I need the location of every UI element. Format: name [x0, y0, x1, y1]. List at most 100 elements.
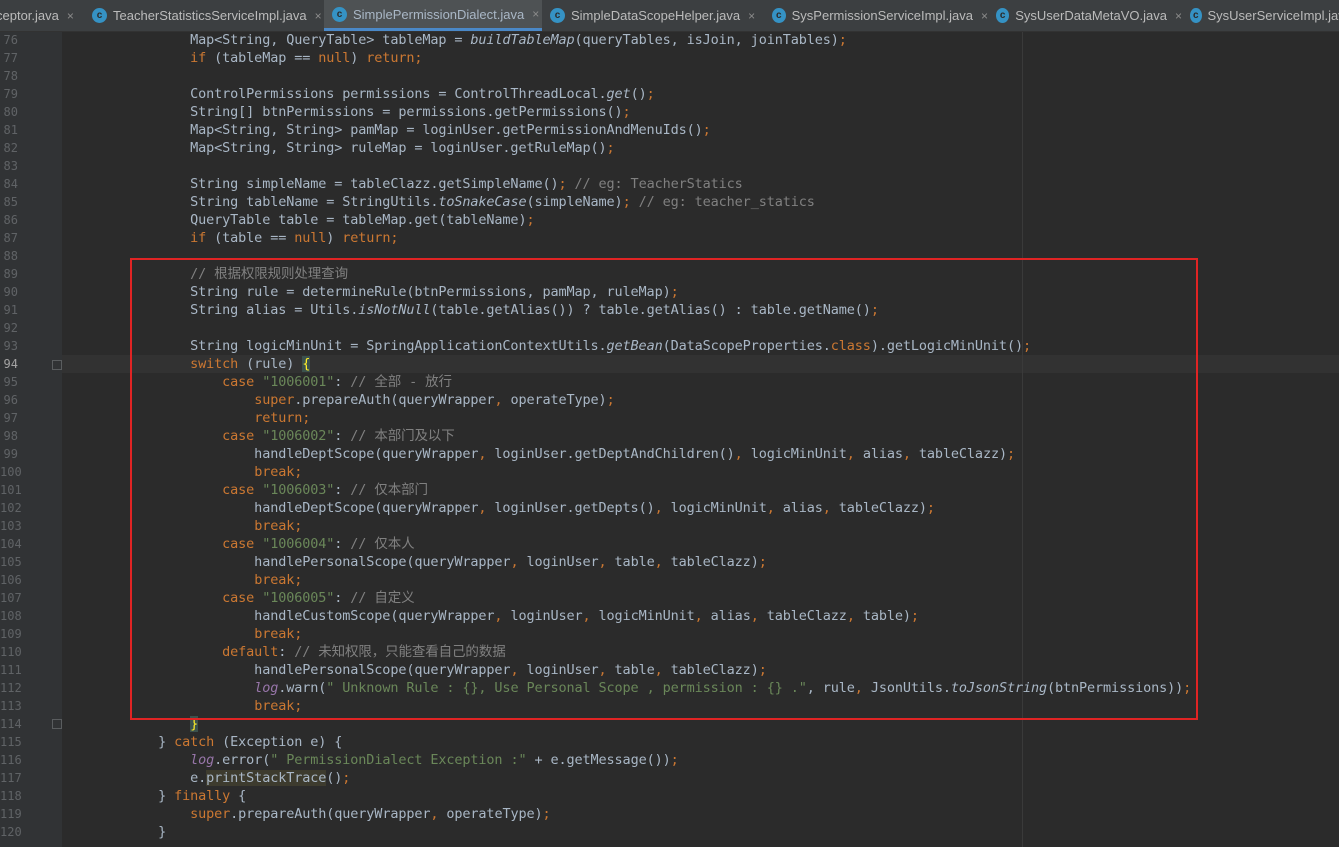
line-number: 108 — [0, 609, 22, 623]
code-token: e. — [62, 770, 207, 786]
tab-0[interactable]: ceptor.java × — [0, 0, 76, 31]
line-number: 99 — [3, 447, 18, 461]
line-number: 94 — [3, 357, 18, 371]
line-number: 116 — [0, 753, 22, 767]
line-number: 76 — [3, 33, 18, 47]
code-line[interactable]: } catch (Exception e) { — [62, 733, 342, 751]
code-token: } — [62, 788, 175, 804]
line-number: 113 — [0, 699, 22, 713]
code-token: ; — [542, 806, 551, 822]
code-line[interactable]: Map<String, String> pamMap = loginUser.g… — [62, 121, 711, 139]
line-number: 77 — [3, 51, 18, 65]
line-number: 79 — [3, 87, 18, 101]
line-number: 92 — [3, 321, 18, 335]
code-line[interactable]: String simpleName = tableClazz.getSimple… — [62, 175, 743, 193]
tab-label: TeacherStatisticsServiceImpl.java — [113, 8, 307, 23]
line-number: 110 — [0, 645, 22, 659]
fold-marker-icon[interactable] — [52, 360, 62, 370]
line-number: 103 — [0, 519, 22, 533]
java-class-icon: c — [996, 8, 1010, 23]
line-number: 86 — [3, 213, 18, 227]
close-tab-icon[interactable]: × — [67, 9, 74, 23]
line-number: 118 — [0, 789, 22, 803]
code-token: ; — [622, 104, 631, 120]
code-token: buildTableMap — [470, 32, 575, 48]
line-number: 87 — [3, 231, 18, 245]
code-token: Map<String, QueryTable> tableMap = — [62, 32, 471, 48]
line-number: 81 — [3, 123, 18, 137]
tab-label: SimpleDataScopeHelper.java — [571, 8, 741, 23]
tab-label: SimplePermissionDialect.java — [353, 6, 525, 22]
code-token: catch — [174, 734, 215, 750]
code-line[interactable]: if (tableMap == null) return; — [62, 49, 422, 67]
close-tab-icon[interactable]: × — [748, 9, 755, 23]
tab-3[interactable]: c SimpleDataScopeHelper.java × — [542, 0, 764, 31]
code-token: // eg: teacher_statics — [630, 194, 815, 210]
code-token: (tableMap == — [206, 50, 319, 66]
tab-label: SysPermissionServiceImpl.java — [791, 8, 973, 23]
line-number: 88 — [3, 249, 18, 263]
code-token: log — [190, 752, 215, 768]
code-token: } — [62, 824, 167, 840]
code-token: ) — [326, 230, 343, 246]
close-tab-icon[interactable]: × — [981, 9, 988, 23]
line-number: 97 — [3, 411, 18, 425]
tab-label: SysUserServiceImpl.java — [1207, 8, 1339, 23]
code-line[interactable]: Map<String, QueryTable> tableMap = build… — [62, 31, 847, 49]
line-number: 107 — [0, 591, 22, 605]
code-line[interactable]: } finally { — [62, 787, 246, 805]
tab-4[interactable]: c SysPermissionServiceImpl.java × — [764, 0, 988, 31]
code-token: null — [318, 50, 351, 66]
code-token: ) — [350, 50, 367, 66]
code-token: ; — [526, 212, 535, 228]
code-token: String[] btnPermissions = permissions.ge… — [62, 104, 623, 120]
code-line[interactable]: QueryTable table = tableMap.get(tableNam… — [62, 211, 534, 229]
line-number: 106 — [0, 573, 22, 587]
code-line[interactable]: e.printStackTrace(); — [62, 769, 350, 787]
code-token: () — [630, 86, 647, 102]
close-tab-icon[interactable]: × — [1175, 9, 1182, 23]
tab-label: SysUserDataMetaVO.java — [1015, 8, 1167, 23]
line-number: 89 — [3, 267, 18, 281]
code-token: Map<String, String> pamMap = loginUser.g… — [62, 122, 703, 138]
tab-2[interactable]: c SimplePermissionDialect.java × — [324, 0, 542, 31]
code-token: ; — [558, 176, 567, 192]
line-number: 83 — [3, 159, 18, 173]
code-line[interactable]: } — [62, 823, 166, 841]
tab-6[interactable]: c SysUserServiceImpl.java — [1182, 0, 1339, 31]
line-number: 84 — [3, 177, 18, 191]
fold-marker-icon[interactable] — [52, 719, 62, 729]
code-token: String simpleName = tableClazz.getSimple… — [62, 176, 559, 192]
tab-1[interactable]: c TeacherStatisticsServiceImpl.java × — [84, 0, 324, 31]
code-token: if — [190, 230, 207, 246]
close-tab-icon[interactable]: × — [532, 7, 539, 21]
code-token: " PermissionDialect Exception :" — [270, 752, 527, 768]
line-number: 104 — [0, 537, 22, 551]
code-token: String tableName = StringUtils. — [62, 194, 439, 210]
code-line[interactable]: if (table == null) return; — [62, 229, 398, 247]
line-number: 119 — [0, 807, 22, 821]
code-line[interactable]: String tableName = StringUtils.toSnakeCa… — [62, 193, 815, 211]
annotation-highlight-box — [130, 258, 1198, 720]
code-line[interactable]: super.prepareAuth(queryWrapper, operateT… — [62, 805, 551, 823]
line-number: 115 — [0, 735, 22, 749]
code-token: } — [62, 734, 175, 750]
code-token: ; — [622, 194, 631, 210]
line-number: 93 — [3, 339, 18, 353]
code-line[interactable]: Map<String, String> ruleMap = loginUser.… — [62, 139, 615, 157]
line-number: 109 — [0, 627, 22, 641]
code-token: operateType) — [438, 806, 543, 822]
code-token: .error( — [214, 752, 271, 768]
tab-5[interactable]: c SysUserDataMetaVO.java × — [988, 0, 1182, 31]
close-tab-icon[interactable]: × — [315, 9, 322, 23]
code-line[interactable]: ControlPermissions permissions = Control… — [62, 85, 655, 103]
line-number: 95 — [3, 375, 18, 389]
code-line[interactable]: String[] btnPermissions = permissions.ge… — [62, 103, 631, 121]
code-token: printStackTrace — [206, 770, 327, 786]
line-number: 85 — [3, 195, 18, 209]
code-line[interactable]: log.error(" PermissionDialect Exception … — [62, 751, 679, 769]
code-token: return; — [366, 50, 423, 66]
